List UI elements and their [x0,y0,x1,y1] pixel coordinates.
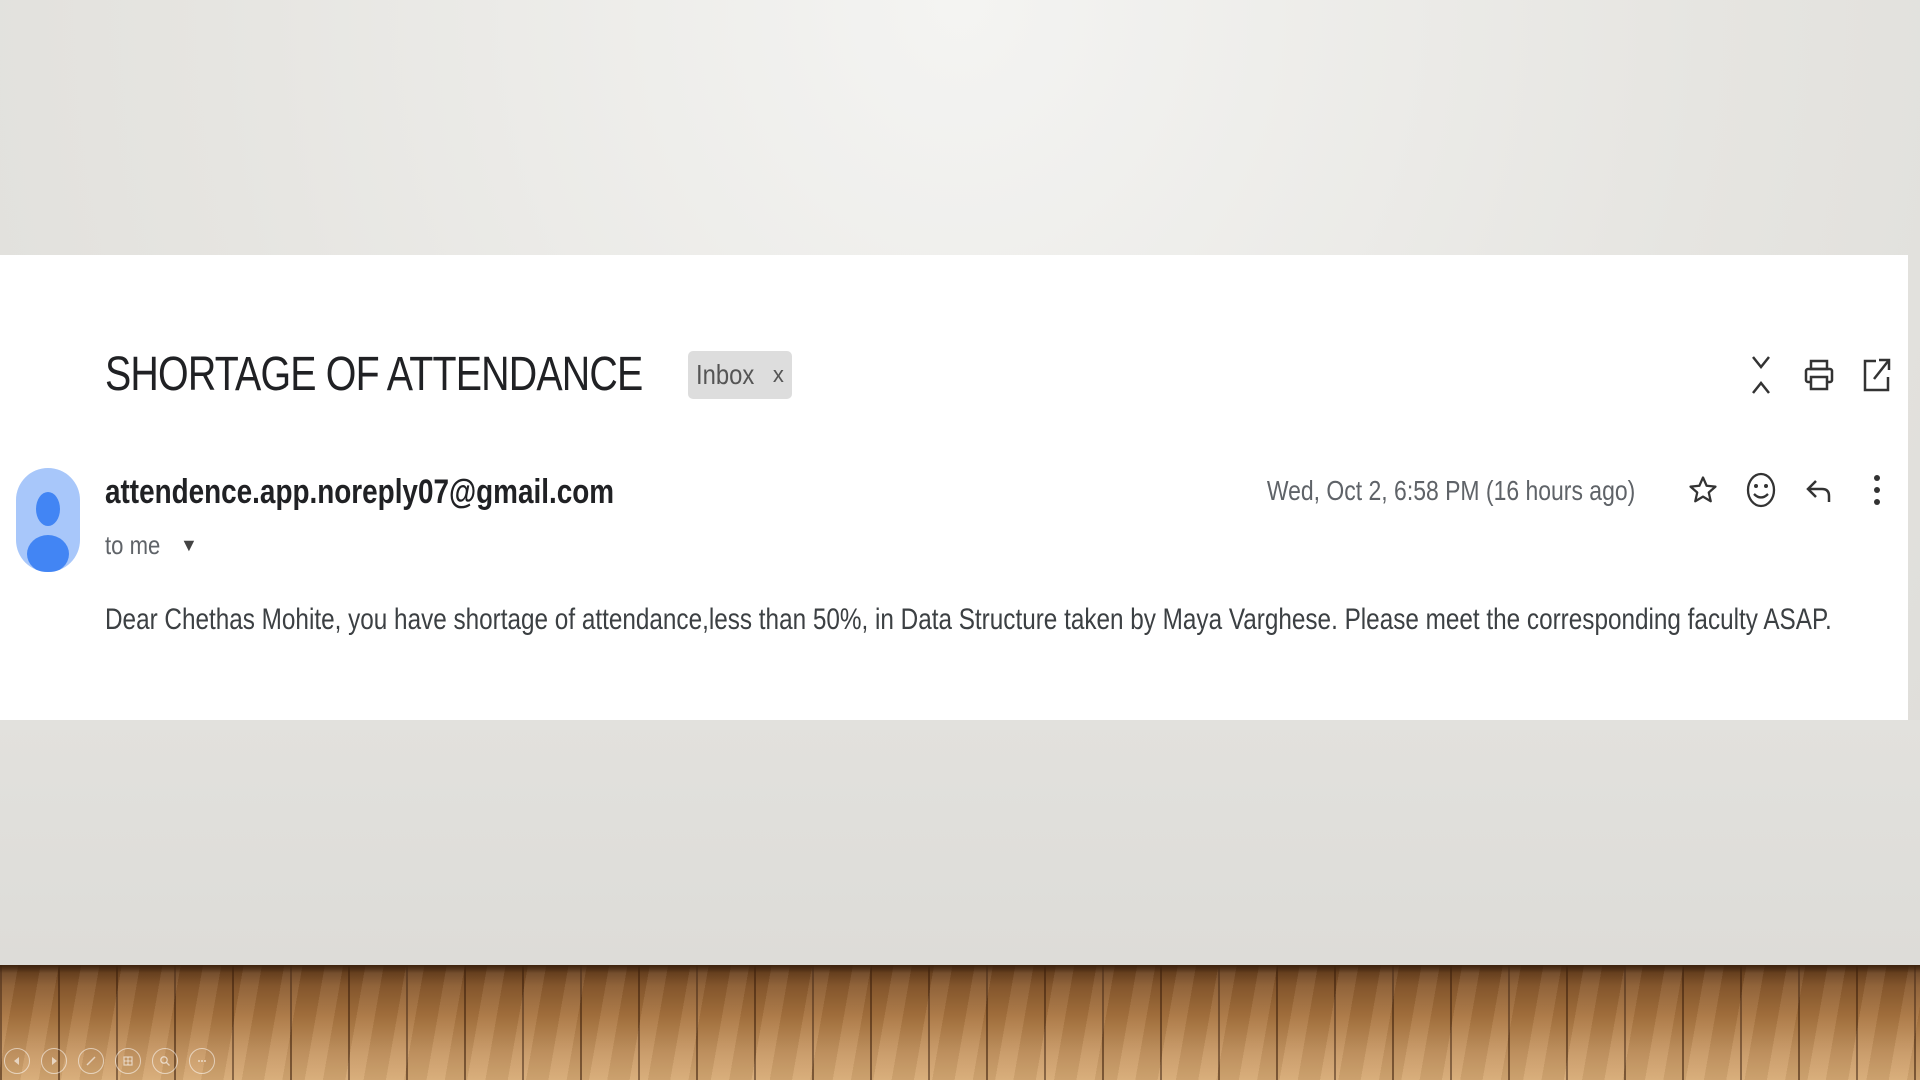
inbox-label-chip[interactable]: Inbox x [688,350,792,399]
recipient-text: to me [105,530,161,560]
open-in-new-window-icon[interactable] [1860,355,1894,395]
more-options-icon[interactable] [189,1048,215,1074]
message-actions [1686,470,1894,510]
star-icon[interactable] [1686,470,1720,510]
slideshow-controls [4,1048,215,1074]
next-slide-icon[interactable] [41,1048,67,1074]
more-vert-icon[interactable] [1860,470,1894,510]
emoji-reaction-icon[interactable] [1744,470,1778,510]
slide-grid-icon[interactable] [115,1048,141,1074]
email-timestamp: Wed, Oct 2, 6:58 PM (16 hours ago) [1266,475,1635,506]
recipient-row[interactable]: to me ▼ [105,530,198,561]
reply-icon[interactable] [1802,470,1836,510]
recipient-details-dropdown-icon[interactable]: ▼ [180,535,198,556]
sender-avatar[interactable] [16,468,80,572]
wall-background [0,720,1920,965]
expand-collapse-icon[interactable] [1744,355,1778,395]
zoom-icon[interactable] [152,1048,178,1074]
email-subject: SHORTAGE OF ATTENDANCE [105,348,643,401]
remove-label-button[interactable]: x [773,362,784,388]
print-icon[interactable] [1802,355,1836,395]
subject-row: SHORTAGE OF ATTENDANCE Inbox x [105,347,792,402]
label-chip-text: Inbox [696,358,755,390]
thread-toolbar [1744,355,1894,395]
email-body: Dear Chethas Mohite, you have shortage o… [105,603,1832,636]
sender-email[interactable]: attendence.app.noreply07@gmail.com [105,473,614,512]
wooden-floor-background [0,965,1920,1080]
pen-tool-icon[interactable] [78,1048,104,1074]
email-view: SHORTAGE OF ATTENDANCE Inbox x attendenc… [0,255,1908,720]
previous-slide-icon[interactable] [4,1048,30,1074]
